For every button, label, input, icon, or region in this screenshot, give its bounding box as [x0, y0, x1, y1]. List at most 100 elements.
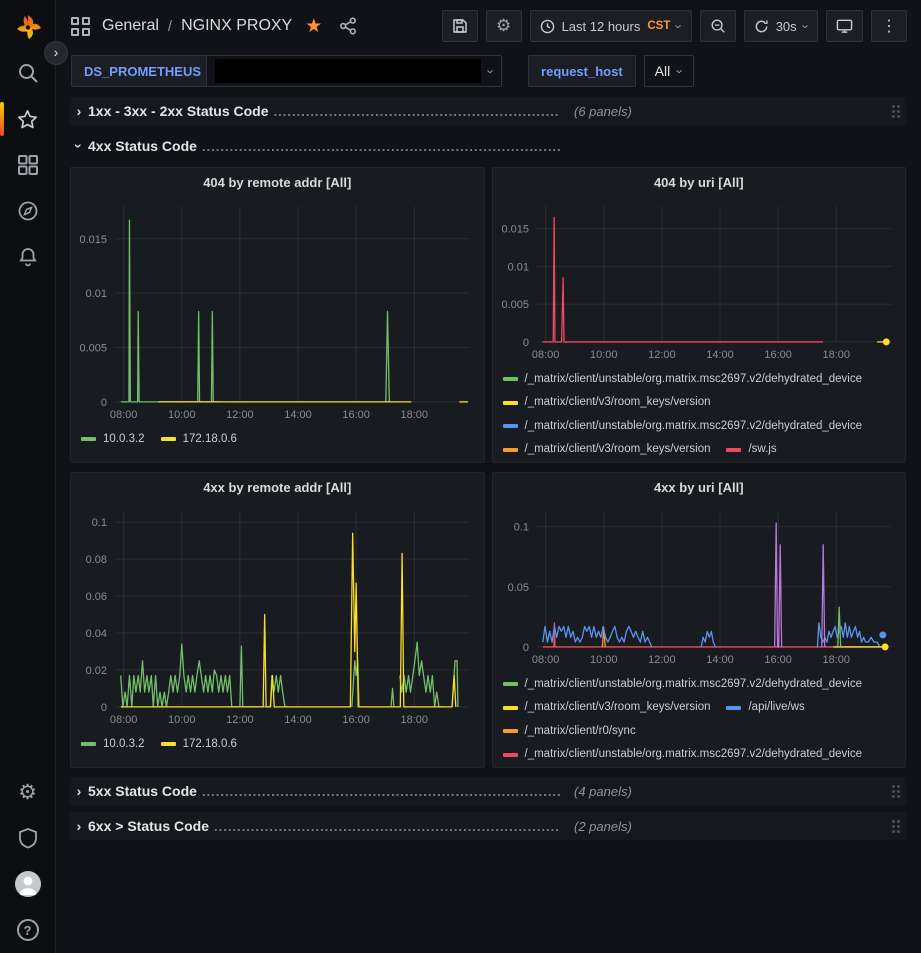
row-6xx[interactable]: › 6xx > Status Code (2 panels): [70, 812, 906, 840]
row-drag-handle[interactable]: [892, 820, 900, 833]
panel-grid-404: 404 by remote addr [All] 08:0010:0012:00…: [70, 167, 906, 463]
share-icon[interactable]: [339, 17, 357, 35]
gear-icon: ⚙: [18, 780, 37, 805]
legend-swatch: [503, 448, 518, 452]
svg-text:0.015: 0.015: [501, 224, 528, 236]
legend-label: /_matrix/client/unstable/org.matrix.msc2…: [525, 674, 863, 695]
svg-text:14:00: 14:00: [284, 409, 311, 421]
legend: /_matrix/client/unstable/org.matrix.msc2…: [493, 364, 906, 462]
time-picker-button[interactable]: Last 12 hours CST ›: [530, 10, 692, 42]
panel-title[interactable]: 404 by remote addr [All]: [71, 168, 484, 196]
legend-item[interactable]: /_matrix/client/v3/room_keys/version: [503, 697, 711, 718]
request-host-label[interactable]: request_host: [528, 55, 636, 87]
row-title: 4xx Status Code: [88, 138, 197, 154]
legend-label: /_matrix/client/unstable/org.matrix.msc2…: [525, 744, 863, 765]
sidebar-item-server-admin[interactable]: [0, 815, 56, 861]
legend-swatch: [161, 742, 176, 746]
chart-404-by-uri[interactable]: 08:0010:0012:0014:0016:0018:0000.0050.01…: [493, 196, 906, 364]
panel-grid-4xx: 4xx by remote addr [All] 08:0010:0012:00…: [70, 472, 906, 768]
legend-item[interactable]: /sw.js: [726, 439, 776, 460]
legend-label: /_matrix/client/v3/room_keys/version: [525, 392, 711, 413]
chart-4xx-by-uri[interactable]: 08:0010:0012:0014:0016:0018:0000.050.1: [493, 501, 906, 669]
legend-swatch: [503, 424, 518, 428]
row-dots-leader: [274, 104, 560, 119]
favorite-star-icon[interactable]: ★: [305, 15, 322, 38]
legend-item[interactable]: 172.18.0.6: [161, 734, 237, 755]
sidebar-item-starred[interactable]: [0, 96, 56, 142]
legend-swatch: [161, 437, 176, 441]
sidebar-item-help[interactable]: ?: [0, 907, 56, 953]
row-drag-handle[interactable]: [892, 785, 900, 798]
legend-label: /_matrix/client/unstable/org.matrix.msc2…: [525, 369, 863, 390]
ds-prometheus-select[interactable]: ›: [206, 55, 502, 87]
legend-item[interactable]: /_matrix/client/r0/sync: [503, 721, 636, 742]
legend-item[interactable]: /_matrix/client/unstable/org.matrix.msc2…: [503, 369, 863, 390]
row-drag-handle[interactable]: [892, 105, 900, 118]
sidebar-item-explore[interactable]: [0, 188, 56, 234]
zoom-out-button[interactable]: [700, 10, 736, 42]
person-icon: [15, 871, 41, 897]
sidebar-item-profile[interactable]: [0, 861, 56, 907]
panel-4xx-by-uri: 4xx by uri [All] 08:0010:0012:0014:0016:…: [492, 472, 907, 768]
legend-item[interactable]: /_matrix/client/unstable/org.matrix.msc2…: [503, 744, 863, 765]
svg-text:10:00: 10:00: [590, 654, 617, 666]
legend-item[interactable]: 10.0.3.2: [81, 429, 145, 450]
sidebar-item-alerting[interactable]: [0, 234, 56, 280]
grafana-logo-icon: [13, 13, 43, 43]
panel-404-by-uri: 404 by uri [All] 08:0010:0012:0014:0016:…: [492, 167, 907, 463]
svg-text:16:00: 16:00: [764, 654, 791, 666]
search-icon: [17, 62, 39, 84]
chart-404-by-remote-addr[interactable]: 08:0010:0012:0014:0016:0018:0000.0050.01…: [71, 196, 484, 424]
more-options-button[interactable]: ⋮: [871, 10, 907, 42]
svg-text:10:00: 10:00: [168, 714, 195, 726]
legend-item[interactable]: /api/live/ws: [726, 697, 804, 718]
sidebar-item-configuration[interactable]: ⚙: [0, 769, 56, 815]
svg-text:12:00: 12:00: [226, 409, 253, 421]
legend-item[interactable]: /_matrix/client/unstable/org.matrix.msc2…: [503, 416, 863, 437]
avatar: [15, 871, 41, 897]
panel-4xx-by-remote-addr: 4xx by remote addr [All] 08:0010:0012:00…: [70, 472, 485, 768]
panel-title[interactable]: 404 by uri [All]: [493, 168, 906, 196]
legend-swatch: [81, 437, 96, 441]
sidebar-expand-button[interactable]: ›: [44, 41, 68, 65]
legend-swatch: [503, 706, 518, 710]
legend-item[interactable]: 172.18.0.6: [161, 429, 237, 450]
gear-icon: ⚙: [496, 16, 511, 36]
breadcrumb-section[interactable]: General: [102, 17, 159, 35]
time-range-label: Last 12 hours: [562, 19, 641, 34]
apps-grid-icon[interactable]: [71, 17, 90, 36]
sidebar-item-dashboards[interactable]: [0, 142, 56, 188]
svg-text:0.01: 0.01: [86, 288, 107, 300]
timezone-label: CST: [647, 20, 670, 32]
svg-text:08:00: 08:00: [531, 654, 558, 666]
ds-prometheus-label[interactable]: DS_PROMETHEUS: [71, 55, 214, 87]
chart-4xx-by-remote-addr[interactable]: 08:0010:0012:0014:0016:0018:0000.020.040…: [71, 501, 484, 729]
legend: 10.0.3.2 172.18.0.6: [71, 729, 484, 767]
sidebar: ⚙ ?: [0, 0, 56, 953]
legend-swatch: [503, 682, 518, 686]
request-host-select[interactable]: All ›: [644, 55, 694, 87]
row-4xx[interactable]: › 4xx Status Code: [70, 132, 906, 160]
refresh-button-group[interactable]: 30s ›: [744, 10, 818, 42]
svg-text:12:00: 12:00: [648, 349, 675, 361]
svg-text:0.05: 0.05: [507, 582, 528, 594]
panel-title[interactable]: 4xx by uri [All]: [493, 473, 906, 501]
save-dashboard-button[interactable]: [442, 10, 478, 42]
legend-item[interactable]: 10.0.3.2: [81, 734, 145, 755]
legend-label: /sw.js: [748, 439, 776, 460]
legend-swatch: [503, 729, 518, 733]
row-5xx[interactable]: › 5xx Status Code (4 panels): [70, 777, 906, 805]
svg-text:14:00: 14:00: [284, 714, 311, 726]
dashboard-settings-button[interactable]: ⚙: [486, 10, 522, 42]
cycle-view-mode-button[interactable]: [826, 10, 863, 42]
row-1xx-3xx-2xx[interactable]: › 1xx - 3xx - 2xx Status Code (6 panels): [70, 97, 906, 125]
legend-item[interactable]: /_matrix/client/v3/room_keys/version: [503, 392, 711, 413]
legend-item[interactable]: /_matrix/client/unstable/org.matrix.msc2…: [503, 674, 863, 695]
legend-item[interactable]: /_matrix/client/v3/room_keys/version: [503, 439, 711, 460]
panel-title[interactable]: 4xx by remote addr [All]: [71, 473, 484, 501]
legend-swatch: [503, 753, 518, 757]
svg-text:12:00: 12:00: [648, 654, 675, 666]
variable-ds-prometheus: DS_PROMETHEUS ›: [71, 55, 502, 87]
row-title: 1xx - 3xx - 2xx Status Code: [88, 103, 269, 119]
breadcrumb-title[interactable]: NGINX PROXY: [181, 17, 292, 35]
